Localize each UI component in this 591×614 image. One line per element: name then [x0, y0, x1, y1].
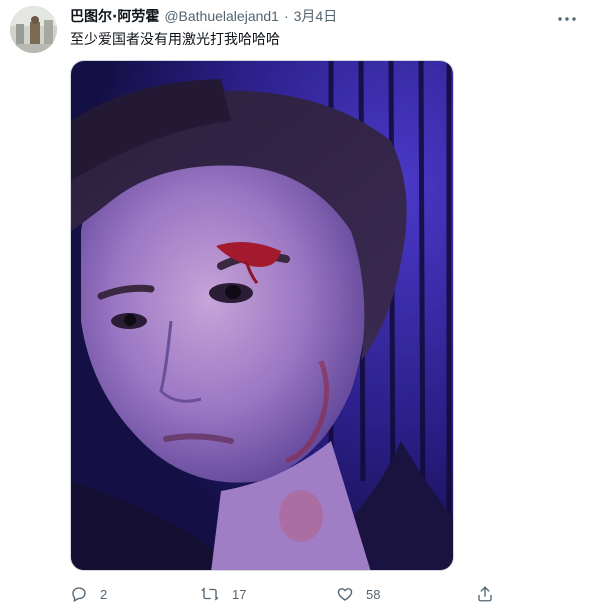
like-button[interactable]: 58	[336, 584, 380, 604]
more-dots-icon	[558, 6, 576, 25]
tweet-text: 至少爱国者没有用激光打我哈哈哈	[70, 32, 280, 48]
tweet-date[interactable]: 3月4日	[294, 6, 338, 26]
share-button[interactable]	[476, 584, 494, 604]
retweet-button[interactable]: 17	[200, 584, 246, 604]
avatar[interactable]	[10, 6, 57, 53]
author-display-name[interactable]: 巴图尔·阿劳霍	[70, 6, 159, 26]
author-handle[interactable]: @Bathuelalejand1	[164, 8, 279, 24]
tweet-media[interactable]	[70, 60, 454, 571]
heart-icon	[336, 585, 354, 603]
retweet-count: 17	[232, 586, 247, 602]
tweet-header: 巴图尔·阿劳霍 @Bathuelalejand1 · 3月4日	[70, 6, 551, 26]
separator-dot: ·	[283, 8, 289, 24]
tweet: 巴图尔·阿劳霍 @Bathuelalejand1 · 3月4日 至少爱国者没有用…	[0, 0, 591, 614]
reply-button[interactable]: 2	[70, 584, 107, 604]
reply-icon	[70, 585, 88, 603]
more-button[interactable]	[552, 4, 582, 26]
like-count: 58	[366, 586, 381, 602]
reply-count: 2	[100, 586, 108, 602]
share-icon	[476, 585, 494, 603]
tweet-actions: 2 17 58	[70, 584, 500, 604]
retweet-icon	[200, 585, 220, 603]
